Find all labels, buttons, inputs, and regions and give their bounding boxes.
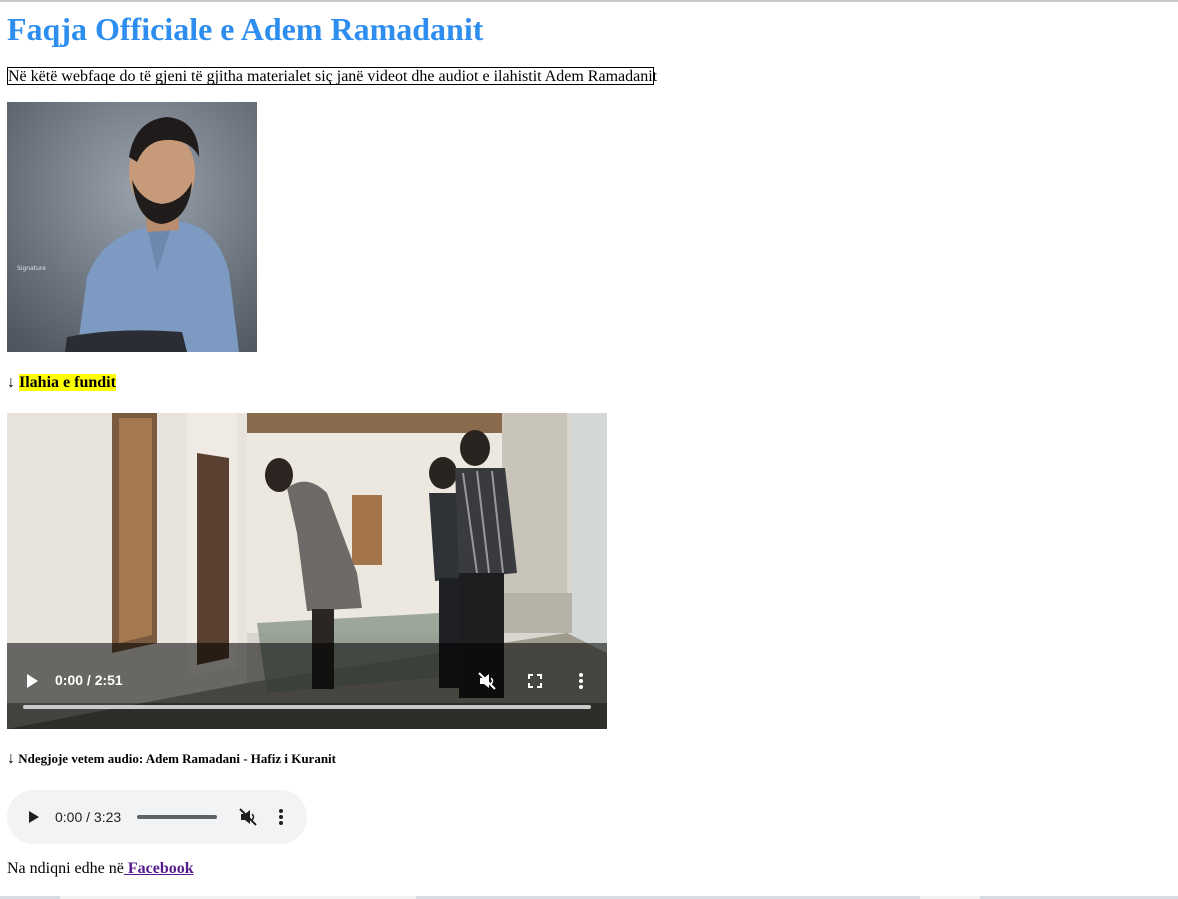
video-progress-bar[interactable] [23,705,591,709]
video-controls: 0:00 / 2:51 [7,413,607,729]
audio-time: 0:00 / 3:23 [55,809,122,825]
page-title: Faqja Officiale e Adem Ramadanit [7,11,484,47]
muted-speaker-icon[interactable] [239,808,257,826]
latest-song-label: Ilahia e fundit [19,374,116,391]
audio-progress-bar[interactable] [137,815,217,819]
more-options-icon[interactable] [278,808,284,826]
audio-player[interactable]: 0:00 / 3:23 [7,790,307,844]
latest-song-heading: ↓ Ilahia e fundit [7,374,116,392]
audio-label: Ndegjoje vetem audio: Adem Ramadani - Ha… [18,751,337,766]
video-time: 0:00 / 2:51 [55,672,123,688]
audio-heading: ↓ Ndegjoje vetem audio: Adem Ramadani - … [7,750,336,768]
fullscreen-icon[interactable] [527,673,543,689]
portrait-photo: Signature [7,102,257,352]
muted-speaker-icon[interactable] [478,672,496,690]
follow-us-line: Na ndiqni edhe në Facebook [7,860,194,878]
follow-us-text: Na ndiqni edhe në [7,860,124,877]
top-border [0,0,1178,2]
svg-text:Signature: Signature [17,265,46,272]
play-icon[interactable] [24,672,40,690]
facebook-link[interactable]: Facebook [124,860,194,877]
down-arrow-icon: ↓ [7,374,15,391]
down-arrow-icon: ↓ [7,750,15,767]
intro-text: Në këtë webfaqe do të gjeni të gjitha ma… [7,67,658,85]
video-player[interactable]: 0:00 / 2:51 [7,413,607,729]
more-options-icon[interactable] [578,672,584,690]
play-icon[interactable] [27,809,41,825]
